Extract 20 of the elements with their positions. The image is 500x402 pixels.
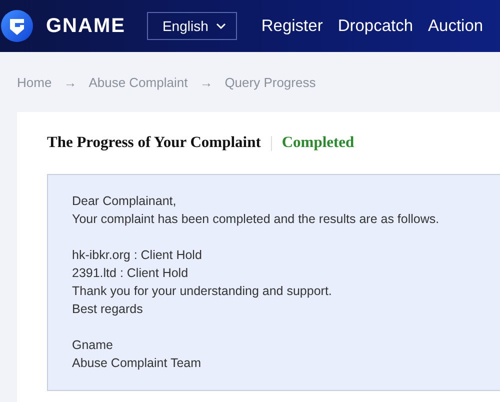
message-line: 2391.ltd : Client Hold <box>72 265 190 282</box>
breadcrumb-arrow: → <box>198 74 214 90</box>
breadcrumb-arrow: → <box>62 74 78 90</box>
brand-name: GNAME <box>46 14 126 38</box>
message-line: Dear Complainant, <box>72 193 178 210</box>
nav-link[interactable]: Register <box>261 16 323 36</box>
message-line: Abuse Complaint Team <box>72 355 202 372</box>
nav-link[interactable]: Auction <box>428 16 484 36</box>
message-line: Your complaint has been completed and the results are as follows. <box>72 211 440 228</box>
message-line: hk-ibkr.org : Client Hold <box>72 247 203 264</box>
message-line: Thank you for your understanding and support. <box>72 283 333 300</box>
status-text: Completed <box>282 134 354 152</box>
breadcrumb-current: Query Progress <box>224 74 316 90</box>
logo-icon <box>1 10 33 42</box>
chevron-down-icon <box>216 23 226 29</box>
nav-link[interactable]: Dropcatch <box>338 16 414 36</box>
message-line: Gname <box>72 337 114 354</box>
language-select[interactable]: English <box>147 12 238 40</box>
message-line: Best regards <box>72 301 144 318</box>
page-title: The Progress of Your Complaint <box>47 134 261 152</box>
